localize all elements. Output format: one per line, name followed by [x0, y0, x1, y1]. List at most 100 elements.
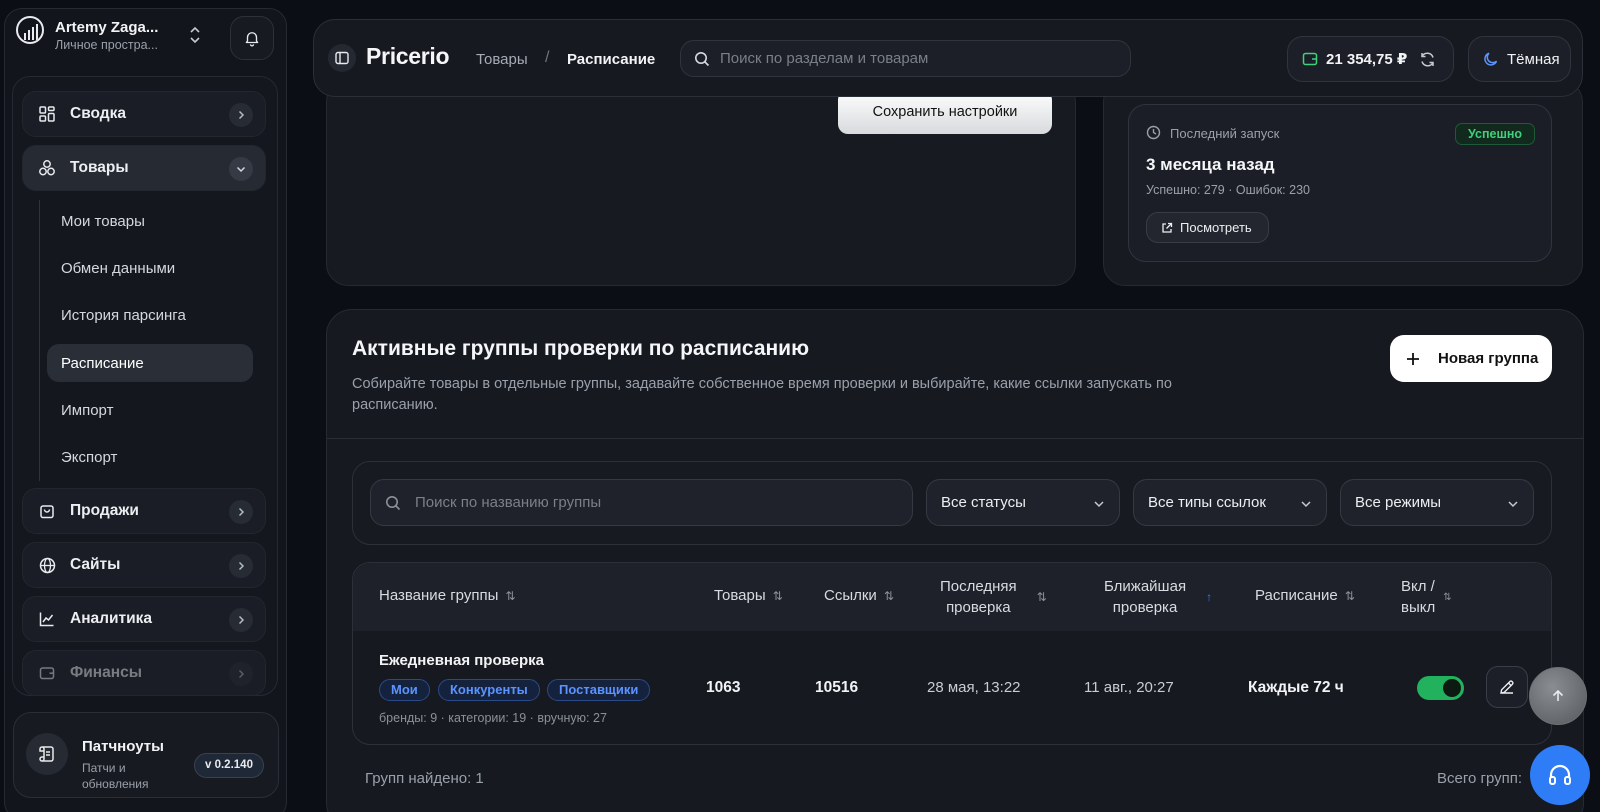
theme-toggle-button[interactable]: Тёмная	[1468, 36, 1571, 82]
shopping-bag-icon	[38, 502, 56, 520]
tag-competitors: Конкуренты	[438, 679, 540, 701]
chevron-down-icon	[229, 157, 253, 181]
support-chat-button[interactable]	[1530, 745, 1590, 805]
status-filter-select[interactable]: Все статусы	[926, 479, 1120, 526]
tag-mine: Мои	[379, 679, 430, 701]
patchnotes-title: Патчноуты	[82, 738, 164, 755]
plus-icon	[1407, 352, 1419, 365]
chevron-right-icon	[229, 554, 253, 578]
breadcrumb-schedule: Расписание	[567, 51, 656, 68]
groups-total-count: Всего групп:	[1437, 770, 1523, 787]
cell-schedule: Каждые 72 ч	[1248, 679, 1344, 696]
clock-icon	[1146, 125, 1161, 145]
version-badge: v 0.2.140	[194, 753, 264, 778]
balance-widget[interactable]: 21 354,75 ₽	[1287, 36, 1454, 82]
chevron-right-icon	[229, 608, 253, 632]
chevron-right-icon	[229, 500, 253, 524]
sidebar-item-sales[interactable]: Продажи	[22, 488, 266, 534]
sort-icon: ⇅	[1036, 589, 1047, 604]
cell-next-check: 11 авг., 20:27	[1084, 679, 1174, 696]
sidebar-subitem-parsing-history[interactable]: История парсинга	[47, 296, 253, 334]
sidebar-panel-icon	[335, 51, 349, 65]
group-enabled-toggle[interactable]	[1417, 676, 1464, 700]
sidebar-subitem-my-products[interactable]: Мои товары	[47, 202, 253, 240]
sort-icon: ⇅	[1443, 591, 1452, 603]
divider	[327, 438, 1583, 439]
headphones-icon	[1549, 764, 1571, 785]
cell-last-check: 28 мая, 13:22	[927, 679, 1021, 696]
link-type-filter-select[interactable]: Все типы ссылок	[1133, 479, 1327, 526]
sidebar-item-label: Сводка	[70, 105, 126, 122]
view-last-run-button[interactable]: Посмотреть	[1146, 212, 1269, 243]
sidebar-item-summary[interactable]: Сводка	[22, 91, 266, 137]
sidebar-item-sites[interactable]: Сайты	[22, 542, 266, 588]
global-search-input[interactable]	[720, 50, 1100, 67]
chevron-down-icon	[1094, 501, 1104, 508]
arrow-up-icon	[1552, 689, 1564, 701]
scroll-to-top-button[interactable]	[1529, 667, 1587, 725]
group-search-input[interactable]	[415, 494, 875, 511]
section-description: Собирайте товары в отдельные группы, зад…	[352, 376, 1172, 413]
section-title: Активные группы проверки по расписанию	[352, 337, 810, 360]
sidebar-item-label: Финансы	[70, 664, 142, 681]
last-run-time: 3 месяца назад	[1146, 155, 1275, 174]
column-header-links[interactable]: Ссылки ⇅	[824, 587, 894, 604]
edit-group-button[interactable]	[1486, 666, 1528, 708]
notifications-button[interactable]	[230, 16, 274, 60]
sidebar-item-label: Аналитика	[70, 610, 153, 627]
toggle-knob	[1443, 679, 1461, 697]
last-run-stats: Успешно: 279 · Ошибок: 230	[1146, 183, 1310, 197]
external-link-icon	[1162, 222, 1173, 233]
scroll-icon	[26, 733, 68, 775]
column-header-name[interactable]: Название группы ⇅	[379, 587, 515, 604]
sidebar-subitem-schedule[interactable]: Расписание	[47, 344, 253, 382]
account-switch-icon[interactable]	[187, 26, 203, 44]
chevron-right-icon	[229, 662, 253, 686]
chevron-down-icon	[1301, 501, 1311, 508]
chevron-right-icon	[229, 103, 253, 127]
sidebar-item-label: Сайты	[70, 556, 121, 573]
sidebar-item-analytics[interactable]: Аналитика	[22, 596, 266, 642]
breadcrumb-separator: /	[545, 49, 550, 66]
brand-logo[interactable]: Pricerio	[366, 43, 450, 70]
dashboard-icon	[38, 105, 56, 123]
sidebar-item-finance[interactable]: Финансы	[22, 650, 266, 696]
sidebar-item-label: Товары	[70, 159, 129, 176]
theme-label: Тёмная	[1507, 50, 1560, 68]
wallet-icon	[1302, 52, 1318, 66]
column-header-products[interactable]: Товары ⇅	[714, 587, 783, 604]
column-header-schedule[interactable]: Расписание ⇅	[1255, 587, 1355, 604]
global-search[interactable]	[680, 40, 1131, 77]
column-header-last-check[interactable]: Последняя проверка ⇅	[940, 576, 1047, 618]
tag-suppliers: Поставщики	[547, 679, 651, 701]
sort-icon: ⇅	[772, 588, 783, 603]
column-header-next-check[interactable]: Ближайшая проверка ↑	[1104, 576, 1212, 618]
sidebar-subitem-data-exchange[interactable]: Обмен данными	[47, 249, 253, 287]
mode-filter-select[interactable]: Все режимы	[1340, 479, 1534, 526]
cell-products: 1063	[706, 679, 741, 696]
wallet-icon	[38, 664, 56, 682]
group-name[interactable]: Ежедневная проверка	[379, 652, 544, 669]
sidebar-subitem-import[interactable]: Импорт	[47, 391, 253, 429]
sidebar-item-products[interactable]: Товары	[22, 145, 266, 191]
breadcrumb-products[interactable]: Товары	[476, 51, 528, 68]
pencil-icon	[1500, 680, 1514, 694]
search-icon	[695, 51, 710, 66]
sort-icon: ⇅	[1344, 588, 1355, 603]
balance-value: 21 354,75 ₽	[1326, 51, 1408, 68]
group-meta: бренды: 9 · категории: 19 · вручную: 27	[379, 711, 607, 725]
column-header-toggle[interactable]: Вкл / выкл ⇅	[1401, 576, 1452, 618]
sidebar-toggle-button[interactable]	[328, 44, 356, 72]
group-search[interactable]	[370, 479, 913, 526]
account-name[interactable]: Artemy Zaga...	[55, 19, 158, 36]
refresh-icon[interactable]	[1419, 51, 1436, 68]
moon-icon	[1484, 52, 1498, 66]
sidebar-subitem-export[interactable]: Экспорт	[47, 438, 253, 476]
boxes-icon	[38, 159, 56, 177]
chevron-down-icon	[1508, 501, 1518, 508]
new-group-button[interactable]: Новая группа	[1390, 335, 1552, 382]
sort-ascending-icon: ↑	[1206, 589, 1213, 604]
account-workspace[interactable]: Личное простра...	[55, 38, 158, 52]
bell-icon	[245, 32, 259, 47]
sort-icon: ⇅	[505, 588, 516, 603]
